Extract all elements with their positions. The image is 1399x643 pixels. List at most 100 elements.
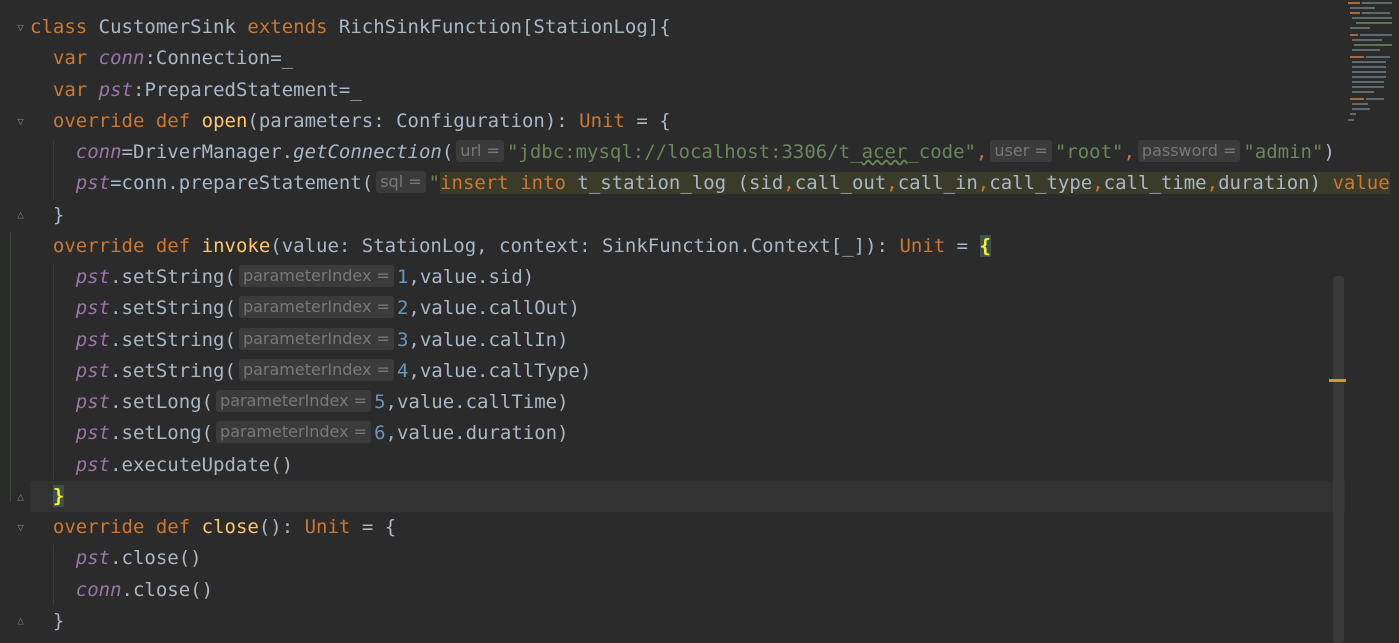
code-text: ,value.duration) xyxy=(385,422,569,444)
comma: , xyxy=(1123,141,1135,163)
parameter-hint: password = xyxy=(1137,140,1241,162)
string-literal: "root" xyxy=(1054,141,1124,163)
code-text: (value: StationLog, context: SinkFunctio… xyxy=(270,235,900,257)
sql-keyword: into xyxy=(520,172,566,194)
code-line[interactable]: pst.setString(parameterIndex = 2,value.ca… xyxy=(30,293,1345,324)
parameter-hint: parameterIndex = xyxy=(216,390,372,412)
code-text: .setString( xyxy=(110,329,236,351)
code-line[interactable]: var pst:PreparedStatement=_ xyxy=(30,75,1345,106)
comma: , xyxy=(886,172,898,194)
code-line[interactable]: conn.close() xyxy=(30,575,1345,606)
keyword: extends xyxy=(247,16,328,38)
code-text: .setString( xyxy=(110,297,236,319)
function-name: close xyxy=(201,516,259,538)
code-line[interactable]: pst.setLong(parameterIndex = 5,value.call… xyxy=(30,387,1345,418)
code-text: .executeUpdate() xyxy=(110,454,294,476)
code-text: =conn.prepareStatement( xyxy=(110,172,374,194)
number-literal: 5 xyxy=(374,391,386,413)
sql-text: t_station_log (sid xyxy=(565,172,784,194)
code-text: .setLong( xyxy=(110,422,214,444)
code-line[interactable]: pst=conn.prepareStatement(sql = "insert i… xyxy=(30,168,1390,199)
fold-icon[interactable]: ▽ xyxy=(15,521,26,534)
code-text: (): xyxy=(258,516,305,538)
code-line[interactable]: pst.setString(parameterIndex = 4,value.ca… xyxy=(30,356,1345,387)
code-line[interactable]: pst.executeUpdate() xyxy=(30,450,1345,481)
code-text: ) xyxy=(1323,141,1335,163)
keyword: var xyxy=(52,47,88,69)
warning-marker[interactable] xyxy=(1329,379,1346,382)
sql-text: call_in xyxy=(897,172,978,194)
code-line[interactable]: pst.setLong(parameterIndex = 6,value.dura… xyxy=(30,418,1345,449)
code-text: .setString( xyxy=(110,266,236,288)
brace: } xyxy=(52,610,65,632)
comma: , xyxy=(975,141,988,163)
editor-gutter xyxy=(0,0,30,643)
code-line[interactable]: } xyxy=(30,200,1345,231)
code-line[interactable]: override def open(parameters: Configurat… xyxy=(30,106,1345,137)
parameter-hint: parameterIndex = xyxy=(238,265,394,287)
keyword: override xyxy=(52,516,145,538)
vertical-scrollbar[interactable] xyxy=(1333,276,1344,643)
field-name: pst xyxy=(75,391,111,413)
parameter-hint: user = xyxy=(990,140,1052,162)
brace: } xyxy=(52,204,65,226)
keyword: def xyxy=(155,235,191,257)
fold-icon[interactable]: △ xyxy=(15,614,26,627)
parameter-hint: url = xyxy=(456,140,504,162)
code-line-current[interactable]: } xyxy=(30,481,1345,512)
brace-match: { xyxy=(979,235,991,257)
fold-icon[interactable]: ▽ xyxy=(15,21,26,34)
parameter-hint: sql = xyxy=(376,171,426,193)
code-text: ,value.callType) xyxy=(408,360,592,382)
parameter-hint: parameterIndex = xyxy=(238,296,394,318)
field-name: pst xyxy=(75,329,111,351)
sql-keyword: value xyxy=(1332,172,1390,194)
number-literal: 1 xyxy=(396,266,409,288)
class-name: CustomerSink xyxy=(98,16,236,38)
code-line[interactable]: conn=DriverManager.getConnection(url = "j… xyxy=(30,137,1345,168)
code-line[interactable]: pst.setString(parameterIndex = 3,value.ca… xyxy=(30,325,1345,356)
keyword: override xyxy=(52,235,145,257)
code-line[interactable]: var conn:Connection=_ xyxy=(30,43,1345,74)
keyword: class xyxy=(30,16,88,38)
code-line[interactable]: pst.setString(parameterIndex = 1,value.si… xyxy=(30,262,1345,293)
keyword: var xyxy=(52,79,88,101)
string-literal: "jdbc:mysql://localhost:3306/t_ xyxy=(506,141,862,163)
fold-icon[interactable]: △ xyxy=(15,208,26,221)
method-name: getConnection xyxy=(293,141,442,163)
code-line[interactable]: override def invoke(value: StationLog, c… xyxy=(30,231,1345,262)
fold-icon[interactable]: △ xyxy=(15,490,26,503)
code-text: .close() xyxy=(110,547,202,569)
code-text: = { xyxy=(350,516,397,538)
code-text: =DriverManager. xyxy=(121,141,294,163)
keyword: Unit xyxy=(304,516,351,538)
code-text: = { xyxy=(624,110,671,132)
field-name: conn xyxy=(75,141,122,163)
code-text: .setLong( xyxy=(110,391,214,413)
keyword: Unit xyxy=(579,110,625,132)
code-line[interactable]: } xyxy=(30,606,1345,637)
number-literal: 2 xyxy=(396,297,409,319)
minimap[interactable] xyxy=(1346,0,1399,125)
field-name: pst xyxy=(75,360,111,382)
string-literal: " xyxy=(428,172,441,194)
code-line[interactable]: class CustomerSink extends RichSinkFunct… xyxy=(30,12,1345,43)
comma: , xyxy=(1206,172,1219,194)
code-editor[interactable]: ▽ ▽ △ △ ▽ △ class CustomerSink extends R… xyxy=(0,0,1399,643)
keyword: override xyxy=(52,110,145,132)
code-line[interactable]: override def close(): Unit = { xyxy=(30,512,1345,543)
keyword: Unit xyxy=(899,235,946,257)
field-name: pst xyxy=(98,79,133,101)
field-name: pst xyxy=(75,454,111,476)
keyword: def xyxy=(155,516,191,538)
code-text: ,value.callIn) xyxy=(408,329,569,351)
sql-text: duration) xyxy=(1218,172,1333,194)
string-literal: acer xyxy=(861,141,908,163)
sql-text: call_type xyxy=(989,172,1093,194)
fold-icon[interactable]: ▽ xyxy=(15,115,26,128)
field-name: pst xyxy=(75,266,111,288)
brace-match: } xyxy=(52,485,65,507)
code-line[interactable]: pst.close() xyxy=(30,543,1345,574)
sql-injection-highlight: insert into t_station_log (sid,call_out,… xyxy=(440,172,1390,194)
function-name: invoke xyxy=(201,235,271,257)
